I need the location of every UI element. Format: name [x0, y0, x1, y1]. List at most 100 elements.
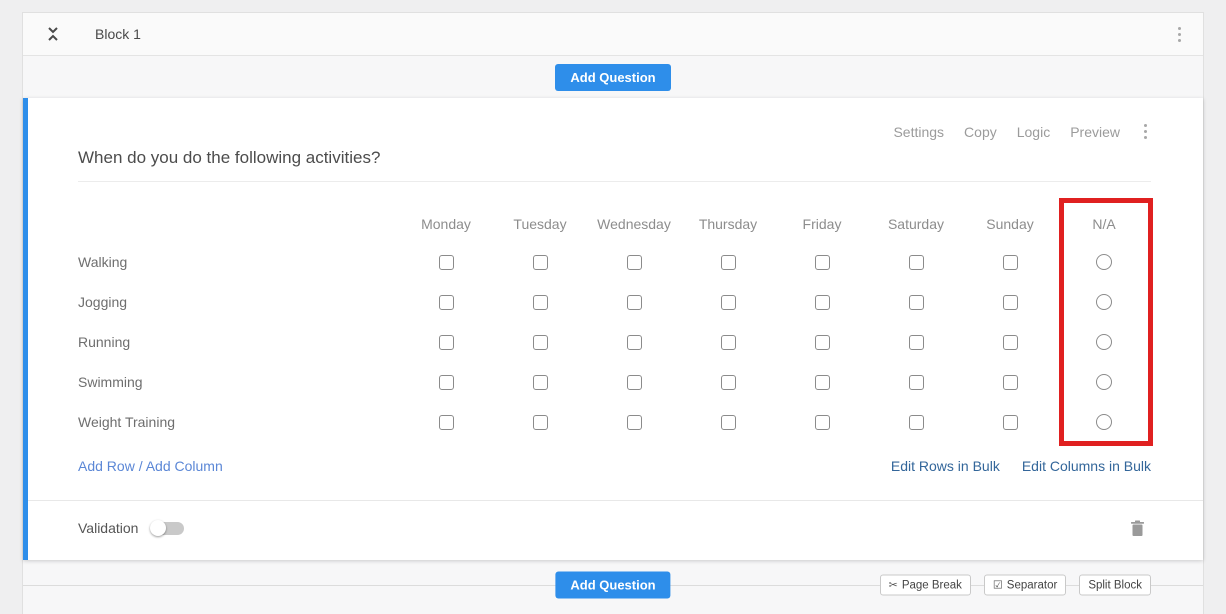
add-question-button-bottom[interactable]: Add Question [555, 572, 670, 599]
checkbox-walking-sunday[interactable] [1003, 255, 1018, 270]
checkbox-weight-training-wednesday[interactable] [627, 415, 642, 430]
edit-columns-in-bulk-link[interactable]: Edit Columns in Bulk [1022, 458, 1151, 474]
checkbox-jogging-monday[interactable] [439, 295, 454, 310]
matrix-cell [681, 282, 775, 322]
checkbox-swimming-monday[interactable] [439, 375, 454, 390]
column-header-tuesday[interactable]: Tuesday [493, 202, 587, 246]
checkbox-running-thursday[interactable] [721, 335, 736, 350]
block-container: Block 1 Add Question Settings Copy Logic Pr… [22, 12, 1204, 614]
scissors-icon: ✂ [889, 579, 898, 592]
matrix-table: MondayTuesdayWednesdayThursdayFridaySatu… [78, 202, 1151, 442]
radio-running-n-a[interactable] [1096, 334, 1112, 350]
block-options-kebab-icon[interactable] [1174, 23, 1185, 46]
validation-label: Validation [78, 520, 138, 536]
checkbox-walking-thursday[interactable] [721, 255, 736, 270]
checkbox-walking-monday[interactable] [439, 255, 454, 270]
checkbox-weight-training-saturday[interactable] [909, 415, 924, 430]
matrix-cell [869, 242, 963, 282]
matrix-cell [1057, 242, 1151, 282]
checkbox-swimming-saturday[interactable] [909, 375, 924, 390]
row-label-swimming[interactable]: Swimming [78, 362, 399, 402]
matrix-cell [587, 362, 681, 402]
checkbox-walking-tuesday[interactable] [533, 255, 548, 270]
checkbox-walking-saturday[interactable] [909, 255, 924, 270]
column-header-monday[interactable]: Monday [399, 202, 493, 246]
question-options-kebab-icon[interactable] [1140, 120, 1151, 143]
column-header-saturday[interactable]: Saturday [869, 202, 963, 246]
separator-button[interactable]: ☑ Separator [984, 575, 1066, 596]
checkbox-weight-training-tuesday[interactable] [533, 415, 548, 430]
checkbox-swimming-tuesday[interactable] [533, 375, 548, 390]
checkbox-swimming-thursday[interactable] [721, 375, 736, 390]
checkbox-swimming-friday[interactable] [815, 375, 830, 390]
checkbox-weight-training-friday[interactable] [815, 415, 830, 430]
checkbox-jogging-sunday[interactable] [1003, 295, 1018, 310]
checkbox-swimming-sunday[interactable] [1003, 375, 1018, 390]
matrix-cell [681, 322, 775, 362]
column-header-n-a[interactable]: N/A [1057, 202, 1151, 246]
column-header-wednesday[interactable]: Wednesday [587, 202, 681, 246]
checkbox-swimming-wednesday[interactable] [627, 375, 642, 390]
toolbar-copy-link[interactable]: Copy [964, 124, 997, 140]
checkbox-weight-training-monday[interactable] [439, 415, 454, 430]
column-header-sunday[interactable]: Sunday [963, 202, 1057, 246]
radio-swimming-n-a[interactable] [1096, 374, 1112, 390]
collapse-block-icon[interactable] [45, 26, 61, 42]
add-column-link[interactable]: Add Column [146, 458, 223, 474]
page-break-button[interactable]: ✂ Page Break [880, 575, 971, 596]
toolbar-settings-link[interactable]: Settings [893, 124, 944, 140]
matrix-cell [681, 242, 775, 282]
column-header-friday[interactable]: Friday [775, 202, 869, 246]
checkbox-walking-friday[interactable] [815, 255, 830, 270]
matrix-cell [963, 322, 1057, 362]
matrix-cell [493, 322, 587, 362]
add-row-link[interactable]: Add Row [78, 458, 135, 474]
checkbox-running-monday[interactable] [439, 335, 454, 350]
checkbox-jogging-friday[interactable] [815, 295, 830, 310]
toolbar-logic-link[interactable]: Logic [1017, 124, 1050, 140]
row-label-jogging[interactable]: Jogging [78, 282, 399, 322]
delete-question-trash-icon[interactable] [1130, 520, 1145, 537]
checkbox-running-wednesday[interactable] [627, 335, 642, 350]
matrix-cell [869, 322, 963, 362]
matrix-cell [493, 402, 587, 442]
block-header: Block 1 [23, 13, 1203, 56]
matrix-cell [775, 322, 869, 362]
matrix-cell [1057, 322, 1151, 362]
toolbar-preview-link[interactable]: Preview [1070, 124, 1120, 140]
matrix-cell [399, 362, 493, 402]
question-card: SettingsCopyLogicPreview When do you do … [23, 98, 1203, 560]
row-label-walking[interactable]: Walking [78, 242, 399, 282]
matrix-cell [587, 282, 681, 322]
checkbox-weight-training-thursday[interactable] [721, 415, 736, 430]
checkbox-weight-training-sunday[interactable] [1003, 415, 1018, 430]
matrix-cell [587, 322, 681, 362]
matrix-cell [681, 402, 775, 442]
row-label-weight-training[interactable]: Weight Training [78, 402, 399, 442]
validation-toggle[interactable] [152, 522, 184, 535]
column-header-thursday[interactable]: Thursday [681, 202, 775, 246]
checkbox-running-tuesday[interactable] [533, 335, 548, 350]
checkbox-running-saturday[interactable] [909, 335, 924, 350]
radio-walking-n-a[interactable] [1096, 254, 1112, 270]
checkbox-jogging-wednesday[interactable] [627, 295, 642, 310]
add-question-button-top[interactable]: Add Question [555, 64, 670, 91]
matrix-cell [399, 402, 493, 442]
edit-rows-in-bulk-link[interactable]: Edit Rows in Bulk [891, 458, 1000, 474]
matrix-cell [587, 242, 681, 282]
checkbox-walking-wednesday[interactable] [627, 255, 642, 270]
checkbox-jogging-thursday[interactable] [721, 295, 736, 310]
radio-weight-training-n-a[interactable] [1096, 414, 1112, 430]
row-label-running[interactable]: Running [78, 322, 399, 362]
matrix-cell [587, 402, 681, 442]
separator-checkbox-icon: ☑ [993, 579, 1003, 592]
checkbox-jogging-saturday[interactable] [909, 295, 924, 310]
matrix-cell [399, 322, 493, 362]
checkbox-running-friday[interactable] [815, 335, 830, 350]
checkbox-running-sunday[interactable] [1003, 335, 1018, 350]
checkbox-jogging-tuesday[interactable] [533, 295, 548, 310]
matrix-cell [1057, 362, 1151, 402]
matrix-cell [869, 282, 963, 322]
radio-jogging-n-a[interactable] [1096, 294, 1112, 310]
split-block-button[interactable]: Split Block [1079, 575, 1151, 596]
